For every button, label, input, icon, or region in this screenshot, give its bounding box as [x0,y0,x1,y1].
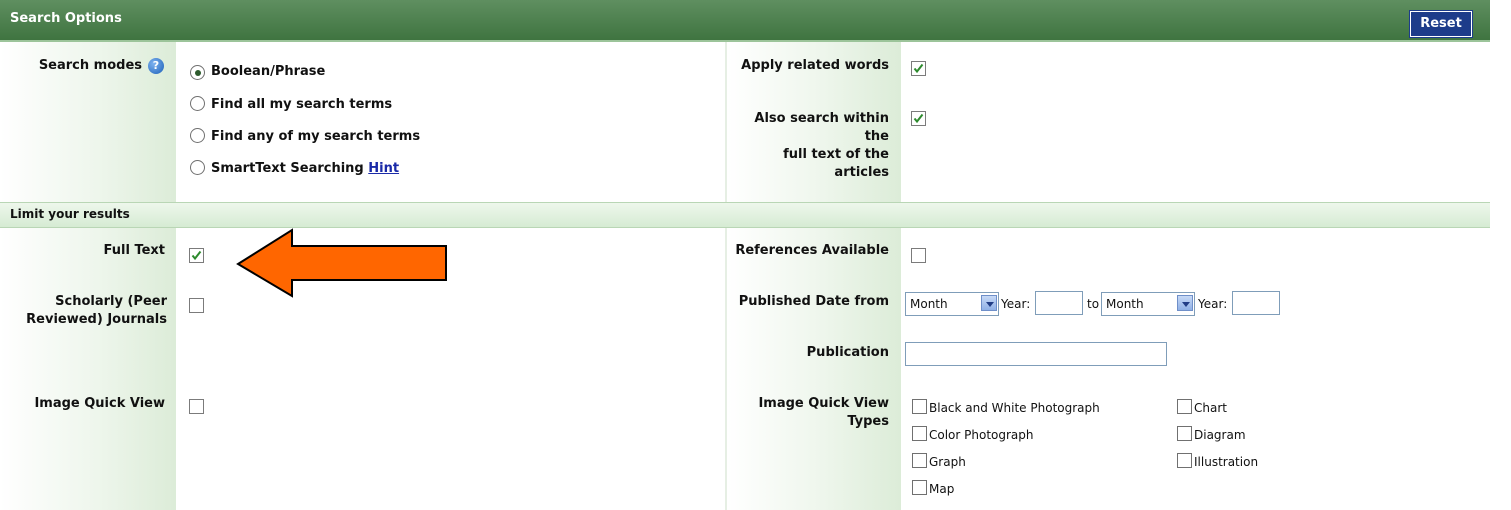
qv-type-label: Chart [1194,401,1227,415]
radio-boolean-phrase-label: Boolean/Phrase [211,64,326,79]
year-from-label: Year: [1001,297,1031,311]
qv-type-label: Color Photograph [929,428,1034,442]
radio-boolean-phrase[interactable] [190,65,205,80]
also-search-fulltext-line1: Also search within the [754,111,889,144]
search-modes-label: Search modes [38,58,142,73]
month-from-value: Month [910,297,948,311]
references-available-label: References Available [735,243,889,258]
publication-input[interactable] [905,342,1167,366]
radio-find-all-label: Find all my search terms [211,97,393,112]
scholarly-line2: Reviewed) Journals [26,312,167,327]
also-search-fulltext-checkbox[interactable] [911,111,926,126]
label-column-bg [727,227,901,510]
apply-related-words-checkbox[interactable] [911,61,926,76]
checkbox[interactable] [912,453,927,468]
image-quick-view-types-label: Image Quick View Types [758,396,889,429]
qv-type-label: Illustration [1194,455,1259,469]
qv-type-label: Diagram [1194,428,1246,442]
qv-type-label: Black and White Photograph [929,401,1100,415]
radio-find-any-label: Find any of my search terms [211,129,421,144]
to-label: to [1087,297,1100,311]
checkbox[interactable] [912,480,927,495]
month-to-value: Month [1106,297,1144,311]
checkbox[interactable] [1177,426,1192,441]
month-to-select[interactable]: Month [1101,292,1195,316]
checkbox[interactable] [912,426,927,441]
radio-find-any[interactable] [190,128,205,143]
qv-type-label: Map [929,482,955,496]
published-date-label: Published Date from [738,294,889,309]
chevron-down-icon[interactable] [981,295,997,311]
full-text-label: Full Text [103,243,165,258]
orange-arrow-annotation [236,228,447,298]
checkbox[interactable] [912,399,927,414]
checkbox[interactable] [1177,453,1192,468]
month-from-select[interactable]: Month [905,292,999,316]
search-options-title: Search Options [10,11,122,26]
radio-smarttext-label: SmartText Searching Hint [211,161,399,176]
year-from-input[interactable] [1035,291,1083,315]
label-column-bg [0,227,176,510]
smarttext-label: SmartText Searching [211,161,364,176]
limit-results-title: Limit your results [10,207,130,221]
year-to-input[interactable] [1232,291,1280,315]
help-icon[interactable]: ? [148,58,164,74]
qv-type-label: Graph [929,455,966,469]
limit-results-bar: Limit your results [0,202,1490,228]
scholarly-checkbox[interactable] [189,298,204,313]
apply-related-words-label: Apply related words [741,58,889,73]
image-quick-view-checkbox[interactable] [189,399,204,414]
also-search-fulltext-line2: full text of the articles [783,147,889,180]
full-text-checkbox[interactable] [189,248,204,263]
search-options-header: Search Options Reset [0,0,1490,42]
chevron-down-icon[interactable] [1177,295,1193,311]
checkbox[interactable] [1177,399,1192,414]
publication-label: Publication [806,345,889,360]
scholarly-line1: Scholarly (Peer [55,294,167,309]
radio-find-all[interactable] [190,96,205,111]
radio-smarttext[interactable] [190,160,205,175]
hint-link[interactable]: Hint [368,161,399,176]
reset-button[interactable]: Reset [1409,10,1473,38]
references-available-checkbox[interactable] [911,248,926,263]
image-quick-view-label: Image Quick View [34,396,165,411]
year-to-label: Year: [1198,297,1228,311]
also-search-fulltext-label: Also search within the full text of the … [727,110,889,182]
scholarly-label: Scholarly (Peer Reviewed) Journals [0,293,167,329]
